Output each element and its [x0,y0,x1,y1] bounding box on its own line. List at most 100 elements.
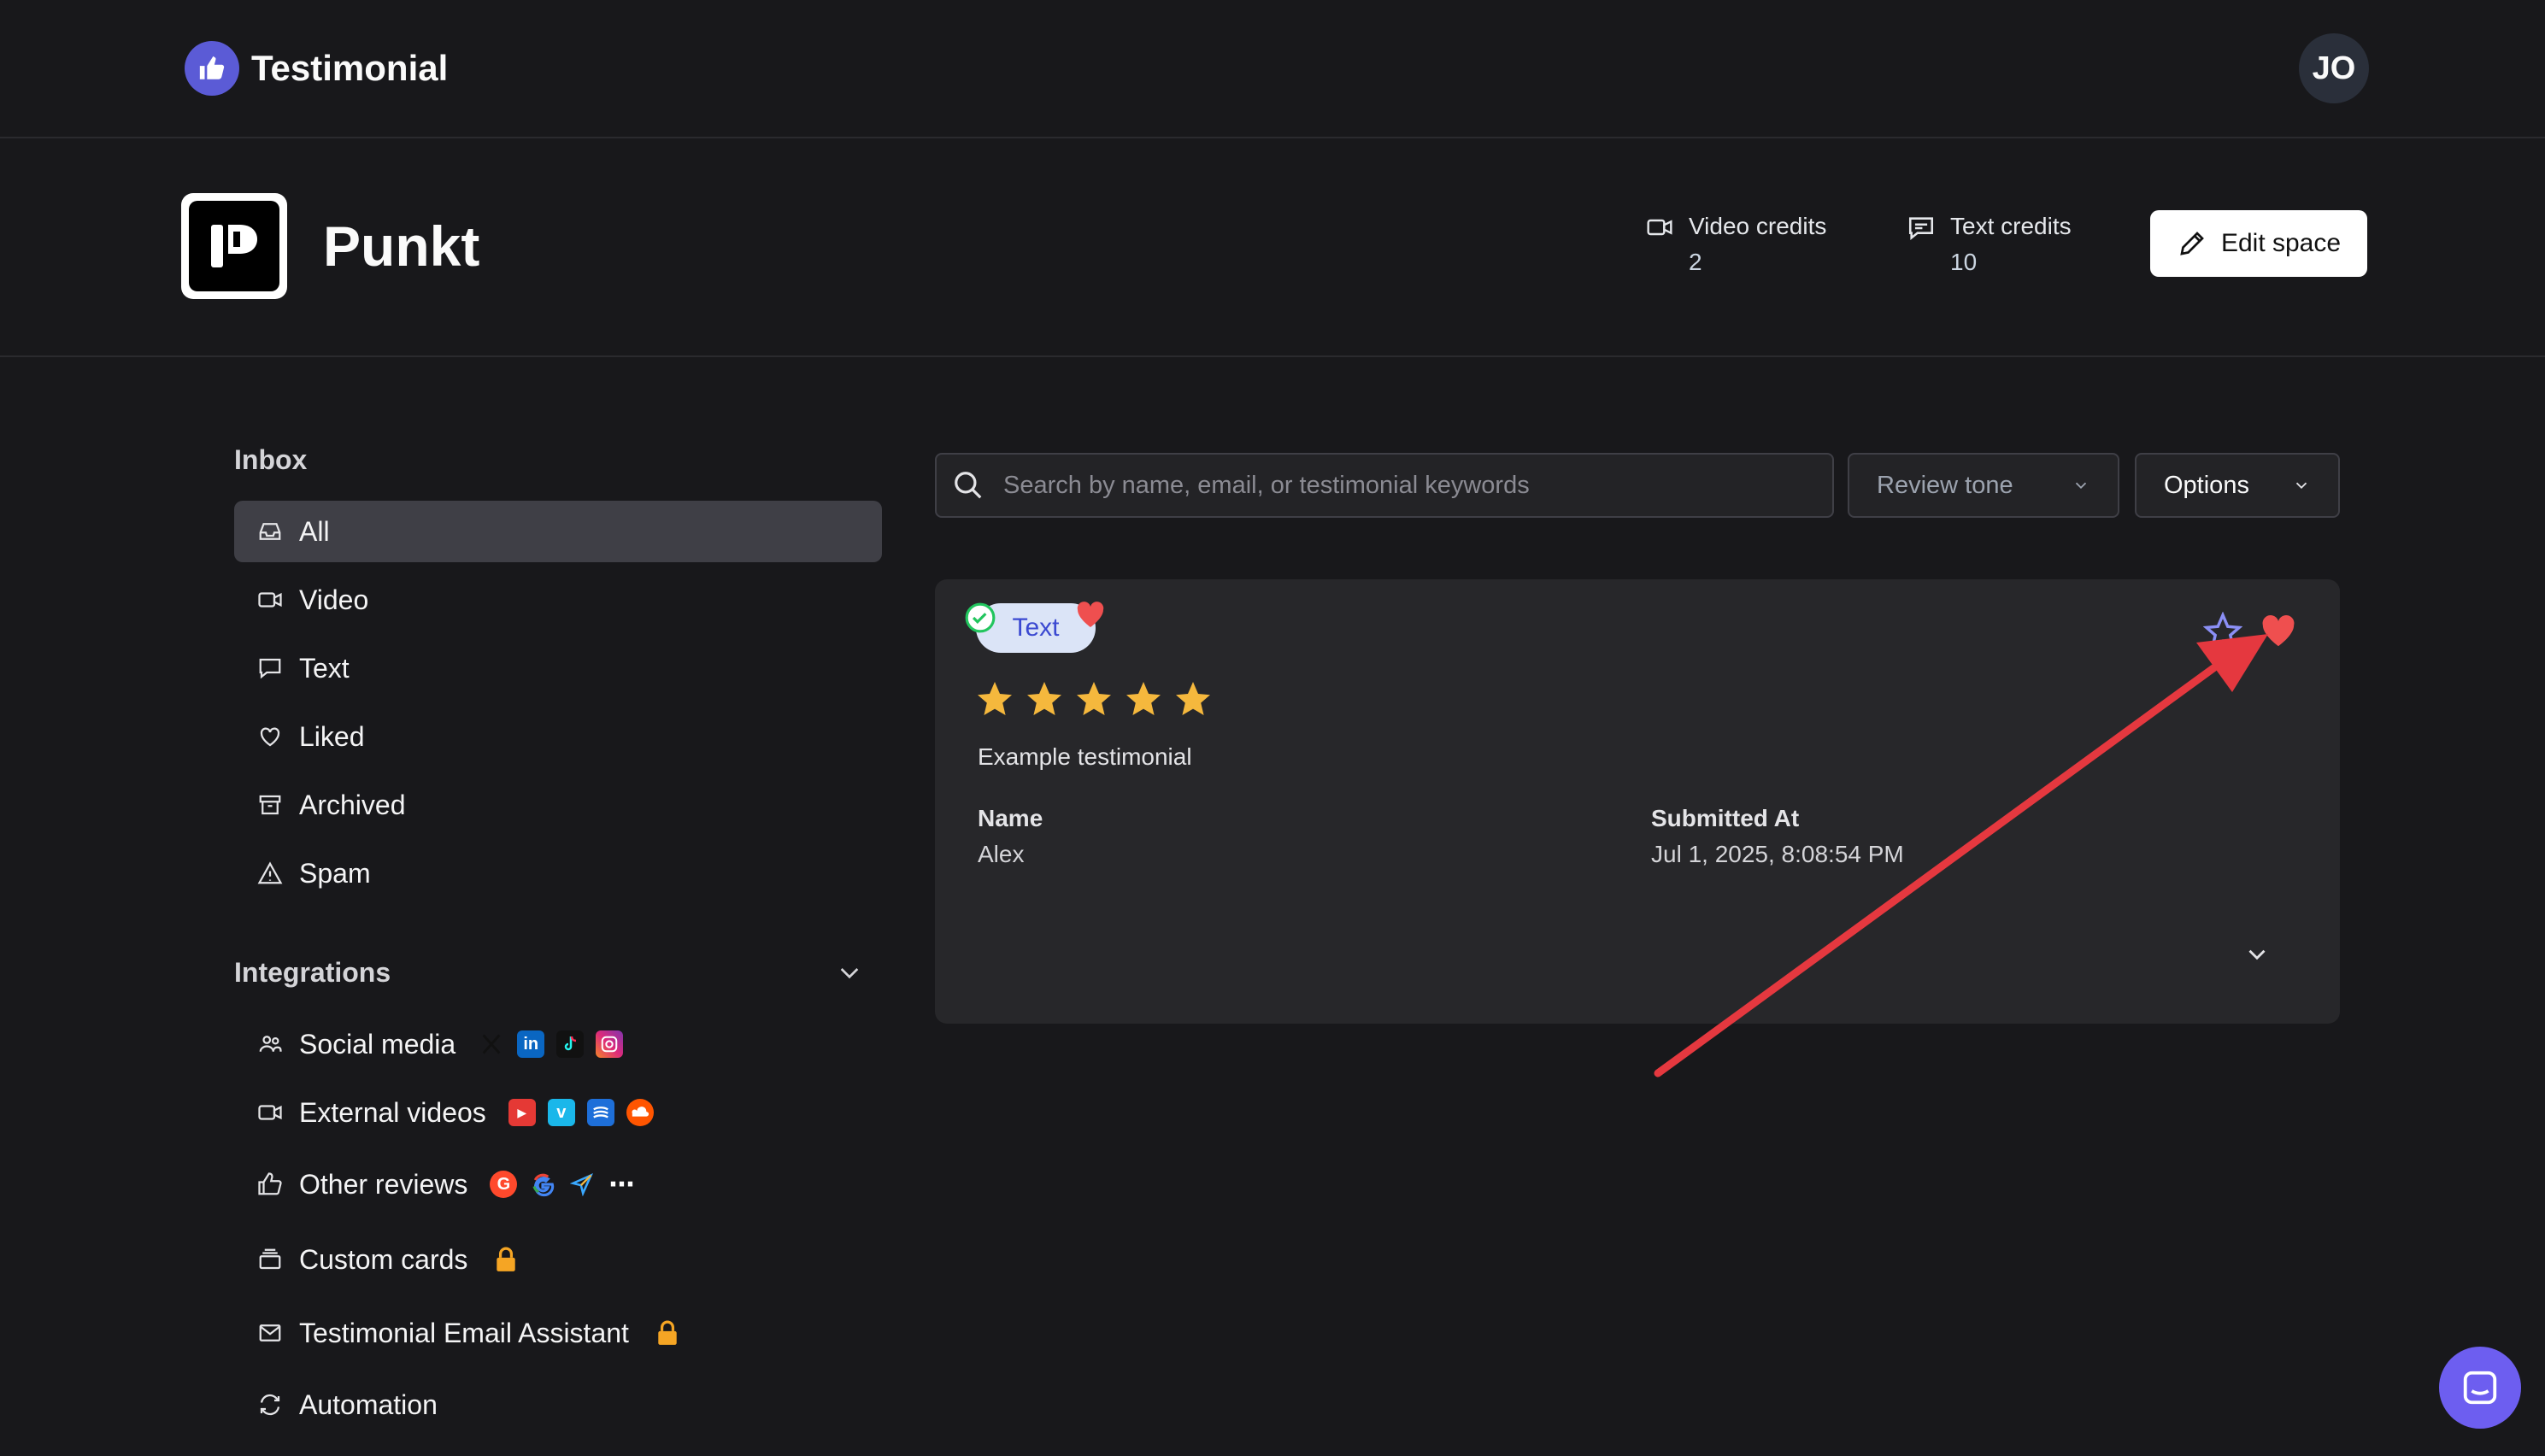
options-select[interactable]: Options [2135,453,2340,518]
search-icon [952,469,984,502]
video-icon [256,586,284,614]
message-icon [1906,214,1937,277]
search-box[interactable] [935,453,1834,518]
sidebar-item-other-reviews[interactable]: Other reviews G ⋯ [234,1154,882,1215]
message-icon [256,655,284,682]
text-credits-label: Text credits [1950,213,2072,239]
options-label: Options [2164,471,2249,499]
video-icon [1644,214,1675,277]
sidebar-item-liked[interactable]: Liked [234,706,882,767]
chat-icon [2460,1368,2500,1407]
name-label: Name [978,805,1043,831]
send-icon [568,1171,596,1198]
submitted-field: Submitted At Jul 1, 2025, 8:08:54 PM [1651,803,1904,870]
testimonial-card[interactable] [935,579,2340,1024]
sidebar-item-label: External videos [299,1096,486,1128]
star-rating [974,678,1214,719]
users-icon [256,1030,284,1058]
lock-icon [495,1247,517,1272]
heart-icon [256,723,284,750]
star-icon [1027,682,1061,715]
text-credits: Text credits 10 [1906,212,2072,277]
search-input[interactable] [1002,470,1808,501]
punkt-logo-icon [211,225,257,267]
thumbs-up-icon [256,1171,284,1198]
lock-icon [656,1320,679,1346]
star-icon [1077,682,1111,715]
chat-launcher-button[interactable] [2439,1347,2521,1429]
linkedin-icon: in [517,1030,545,1058]
sidebar-item-external-videos[interactable]: External videos ▶ v [234,1082,882,1143]
soundcloud-icon [626,1099,654,1126]
sidebar-item-label: Text [299,652,350,684]
video-credits: Video credits 2 [1644,212,1826,277]
sidebar-item-label: Automation [299,1388,438,1420]
google-icon [529,1171,556,1198]
more-icon[interactable]: ⋯ [608,1171,635,1199]
pencil-icon [2177,228,2207,259]
testimonial-text: Example testimonial [978,743,1192,770]
sidebar-item-label: Other reviews [299,1168,468,1200]
x-icon [478,1030,505,1058]
chevron-down-icon [2072,476,2090,495]
inbox-title: Inbox [234,444,308,475]
sidebar-item-custom-cards[interactable]: Custom cards [234,1229,882,1290]
stream-icon [586,1099,614,1126]
space-logo [181,193,287,299]
video-credits-label: Video credits [1689,213,1827,239]
star-icon [1176,682,1210,715]
review-tone-select[interactable]: Review tone [1848,453,2119,518]
sidebar-item-all[interactable]: All [234,501,882,562]
review-tone-label: Review tone [1877,471,2013,499]
sidebar-item-label: Custom cards [299,1243,468,1275]
sidebar-item-label: All [299,515,330,547]
submitted-value: Jul 1, 2025, 8:08:54 PM [1651,841,1904,867]
sidebar-item-email-assistant[interactable]: Testimonial Email Assistant [234,1302,882,1364]
video-credits-value: 2 [1689,249,1702,275]
star-icon [978,682,1012,715]
sidebar-item-text[interactable]: Text [234,637,882,699]
edit-space-button[interactable]: Edit space [2150,210,2367,277]
warning-icon [256,860,284,887]
sidebar-item-label: Social media [299,1028,456,1060]
star-icon [1126,682,1161,715]
video-icon [256,1099,284,1126]
sidebar-item-label: Archived [299,789,406,820]
expand-chevron-icon[interactable] [2242,940,2272,969]
edit-space-label: Edit space [2220,229,2342,257]
mail-icon [256,1319,284,1347]
brand-name[interactable]: Testimonial [251,44,448,92]
archive-icon [256,791,284,819]
g2-icon: G [490,1171,518,1198]
integrations-title: Integrations [234,957,391,988]
vimeo-icon: v [547,1099,575,1126]
sidebar-item-video[interactable]: Video [234,569,882,631]
sidebar-item-social-media[interactable]: Social media in [234,1013,882,1075]
sidebar-item-archived[interactable]: Archived [234,774,882,836]
name-field: Name Alex [978,803,1043,870]
favorite-star-icon[interactable] [2203,612,2242,651]
chevron-down-icon [2292,476,2311,495]
name-value: Alex [978,841,1025,867]
youtube-icon: ▶ [508,1099,536,1126]
refresh-icon [256,1391,284,1418]
liked-heart-icon [1075,600,1106,629]
sidebar-item-automation[interactable]: Automation [234,1374,882,1435]
check-circle-icon [964,602,996,634]
sidebar-item-label: Spam [299,857,371,889]
tiktok-icon [556,1030,585,1058]
inbox-icon [256,518,284,545]
space-name: Punkt [323,214,480,278]
cards-icon [256,1246,284,1273]
submitted-label: Submitted At [1651,805,1800,831]
sidebar-item-label: Video [299,584,369,615]
sidebar-item-label: Testimonial Email Assistant [299,1317,629,1348]
sidebar-item-label: Liked [299,720,365,752]
instagram-icon [596,1030,624,1058]
chevron-down-icon[interactable] [834,959,865,986]
sidebar-item-spam[interactable]: Spam [234,842,882,904]
user-avatar[interactable]: JO [2299,33,2369,103]
like-heart-icon[interactable] [2260,614,2297,648]
text-credits-value: 10 [1950,249,1978,275]
thumbs-up-logo-icon[interactable] [185,41,239,96]
